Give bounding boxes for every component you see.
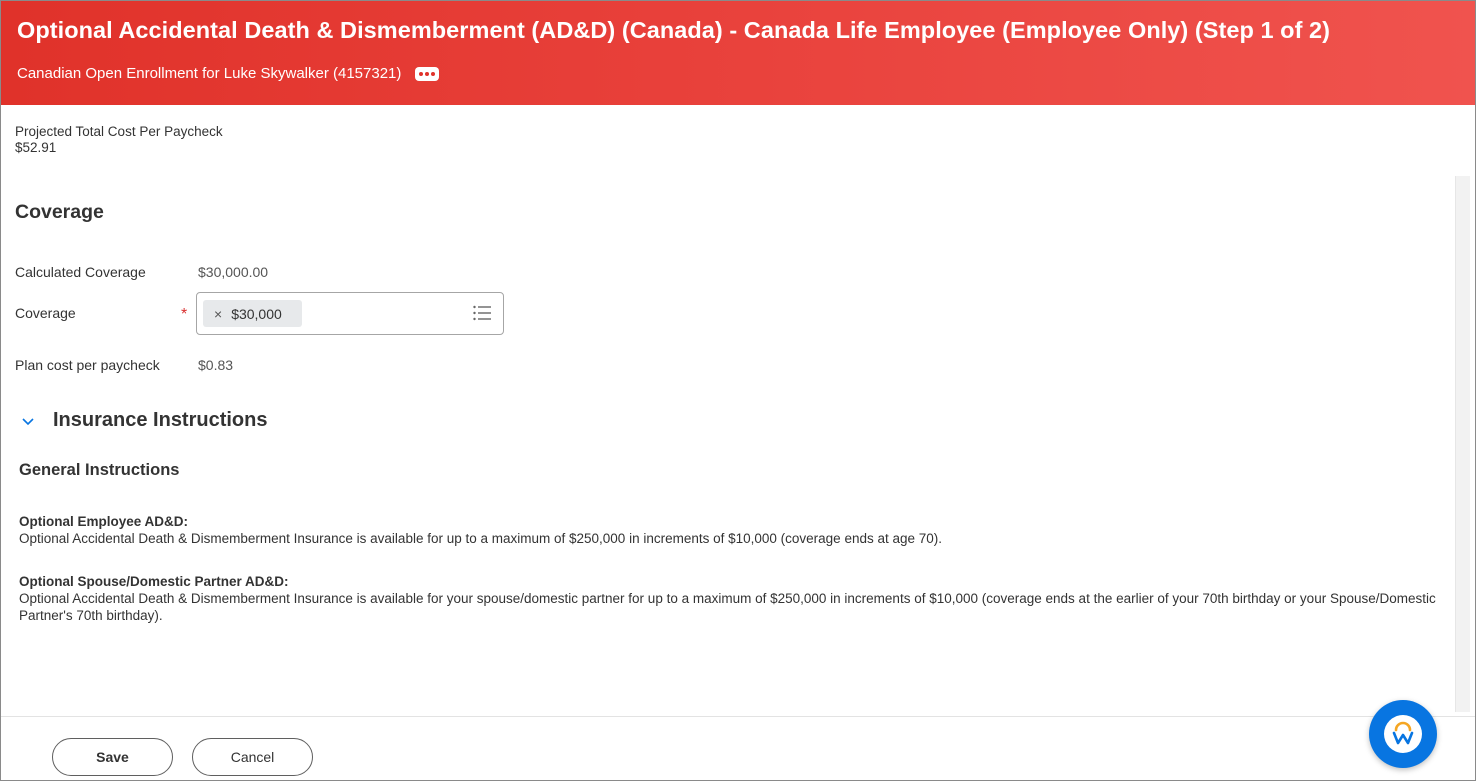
plan-cost-value: $0.83	[198, 357, 234, 373]
chevron-down-icon	[22, 417, 34, 425]
page-subtitle: Canadian Open Enrollment for Luke Skywal…	[17, 65, 440, 82]
calculated-coverage-label: Calculated Coverage	[15, 264, 146, 280]
instruction-spouse: Optional Spouse/Domestic Partner AD&D: O…	[19, 573, 1449, 624]
required-indicator: *	[181, 306, 188, 323]
general-instructions-title: General Instructions	[19, 461, 180, 479]
page-title: Optional Accidental Death & Dismembermen…	[17, 17, 1331, 43]
cancel-button-label: Cancel	[230, 749, 275, 765]
plan-cost-label: Plan cost per paycheck	[15, 357, 160, 373]
scrollbar[interactable]	[1455, 176, 1470, 712]
instruction-heading: Optional Spouse/Domestic Partner AD&D:	[19, 574, 289, 589]
insurance-instructions-title: Insurance Instructions	[53, 409, 268, 431]
cancel-button[interactable]: Cancel	[192, 738, 313, 776]
projected-cost-label: Projected Total Cost Per Paycheck	[15, 124, 223, 139]
save-button[interactable]: Save	[52, 738, 173, 776]
instruction-text: Optional Accidental Death & Dismembermen…	[19, 591, 1436, 623]
calculated-coverage-value: $30,000.00	[198, 264, 269, 280]
selected-coverage-pill: × $30,000	[203, 300, 302, 327]
instruction-heading: Optional Employee AD&D:	[19, 514, 189, 529]
coverage-section-title: Coverage	[15, 201, 104, 223]
coverage-select[interactable]: × $30,000	[196, 292, 504, 335]
ellipsis-icon[interactable]	[415, 66, 440, 81]
enrollment-event-label: Canadian Open Enrollment for Luke Skywal…	[17, 65, 402, 82]
window-frame	[0, 0, 1476, 781]
save-button-label: Save	[96, 749, 129, 765]
instruction-text: Optional Accidental Death & Dismembermen…	[19, 531, 943, 546]
footer-divider	[1, 716, 1475, 717]
selected-coverage-value: $30,000	[231, 305, 282, 322]
instruction-employee: Optional Employee AD&D: Optional Acciden…	[19, 513, 1449, 547]
projected-cost: Projected Total Cost Per Paycheck $52.91	[15, 124, 223, 156]
coverage-label: Coverage	[15, 305, 76, 321]
list-icon[interactable]	[472, 304, 492, 322]
assistant-button[interactable]	[1369, 700, 1437, 768]
page-header: Optional Accidental Death & Dismembermen…	[1, 1, 1475, 105]
remove-selection-icon[interactable]: ×	[214, 306, 222, 322]
insurance-instructions-toggle[interactable]: Insurance Instructions	[20, 409, 268, 432]
workday-assistant-icon	[1384, 715, 1422, 753]
projected-cost-value: $52.91	[15, 140, 57, 155]
